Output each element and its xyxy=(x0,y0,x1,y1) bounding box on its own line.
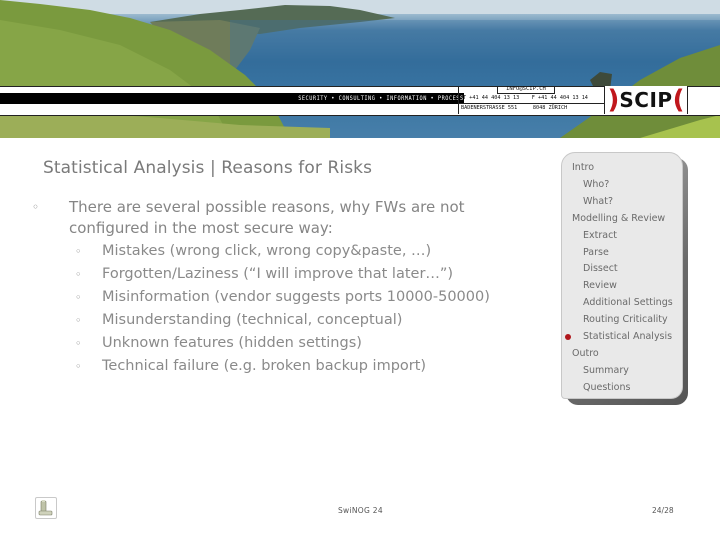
nav-item-intro[interactable]: Intro xyxy=(572,162,594,174)
bullet-marker: ◦ xyxy=(75,291,82,304)
header-banner: SECURITY • CONSULTING • INFORMATION • PR… xyxy=(0,0,720,138)
reason-text: Forgotten/Laziness (“I will improve that… xyxy=(102,266,454,282)
contact-info: INFO@SCIP.CH T +41 44 404 13 13 F +41 44… xyxy=(458,86,605,114)
bullet-marker: ◦ xyxy=(75,245,82,258)
reason-text: Unknown features (hidden settings) xyxy=(102,335,362,351)
logo-right-paren: ( xyxy=(672,85,685,115)
contact-address: BADENERSTRASSE 551 8048 ZÜRICH xyxy=(459,103,605,113)
contact-city: 8048 ZÜRICH xyxy=(532,105,568,111)
contact-fax: F +41 44 404 13 14 xyxy=(531,95,588,101)
main-bullet-text: There are several possible reasons, why … xyxy=(69,198,465,237)
nav-item-additional-settings[interactable]: Additional Settings xyxy=(583,297,673,309)
reason-text: Misunderstanding (technical, conceptual) xyxy=(102,312,403,328)
nav-item-routing-criticality[interactable]: Routing Criticality xyxy=(583,314,668,326)
logo-text: SCIP xyxy=(619,88,673,112)
bullet-marker: ◦ xyxy=(75,268,82,281)
nav-item-review[interactable]: Review xyxy=(583,280,617,292)
event-name: SwiNOG 24 xyxy=(338,506,383,515)
contact-phone-fax: T +41 44 404 13 13 F +41 44 404 13 14 xyxy=(463,95,588,102)
nav-item-extract[interactable]: Extract xyxy=(583,230,617,242)
nav-item-statistical-analysis[interactable]: Statistical Analysis xyxy=(583,331,672,343)
bullet-marker: ◦ xyxy=(75,314,82,327)
active-section-marker-icon xyxy=(565,334,571,340)
nav-item-questions[interactable]: Questions xyxy=(583,382,630,394)
agenda-navigation: Intro Who? What? Modelling & Review Extract P… xyxy=(561,152,683,399)
contact-street: BADENERSTRASSE 551 xyxy=(461,105,518,111)
contact-phone: T +41 44 404 13 13 xyxy=(463,95,520,101)
nav-item-who[interactable]: Who? xyxy=(583,179,609,191)
reason-text: Technical failure (e.g. broken backup im… xyxy=(102,358,427,374)
page-number: 24/28 xyxy=(652,506,674,515)
bullet-marker: ◦ xyxy=(75,360,82,373)
slide-title: Statistical Analysis | Reasons for Risks xyxy=(43,158,373,178)
nav-item-summary[interactable]: Summary xyxy=(583,365,629,377)
logo-left-paren: ) xyxy=(607,85,620,115)
reason-text: Misinformation (vendor suggests ports 10… xyxy=(102,289,490,305)
scip-logo: ) SCIP ( xyxy=(604,86,688,114)
bullet-marker: ◦ xyxy=(32,200,40,214)
nav-item-what[interactable]: What? xyxy=(583,196,613,208)
contact-email[interactable]: INFO@SCIP.CH xyxy=(497,86,555,94)
nav-item-modelling-review[interactable]: Modelling & Review xyxy=(572,213,665,225)
company-tagline: SECURITY • CONSULTING • INFORMATION • PR… xyxy=(298,95,464,102)
nav-item-dissect[interactable]: Dissect xyxy=(583,263,618,275)
document-stack-icon xyxy=(35,497,57,519)
bullet-marker: ◦ xyxy=(75,337,82,350)
nav-item-parse[interactable]: Parse xyxy=(583,247,609,259)
nav-item-outro[interactable]: Outro xyxy=(572,348,599,360)
reason-text: Mistakes (wrong click, wrong copy&paste,… xyxy=(102,243,432,259)
landscape-photo xyxy=(0,0,720,138)
